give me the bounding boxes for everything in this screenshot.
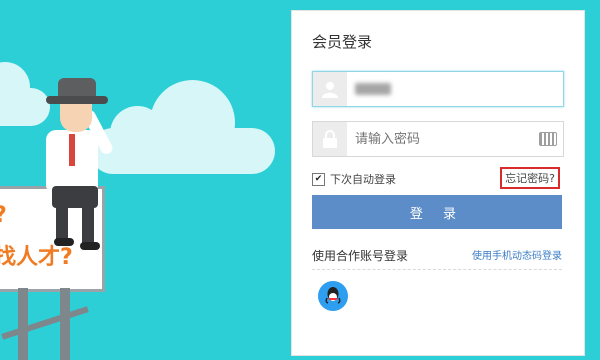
hero-illustration: ? 找人才? <box>0 0 290 360</box>
username-input[interactable] <box>355 72 535 106</box>
user-icon <box>313 72 347 106</box>
forgot-password-link[interactable]: 忘记密码? <box>500 167 560 189</box>
login-button[interactable]: 登 录 <box>312 195 562 229</box>
qq-icon[interactable] <box>318 281 348 311</box>
partner-login-label: 使用合作账号登录 <box>312 249 409 263</box>
login-panel: 会员登录 ✔ 下次自动登录 忘记密码? 登 录 使用合作账号登录 使用手机动态码… <box>291 10 585 356</box>
lock-icon <box>313 122 347 156</box>
billboard-beam <box>1 306 89 340</box>
billboard-pole <box>60 288 70 360</box>
login-title: 会员登录 <box>312 33 373 51</box>
billboard-pole <box>18 288 28 360</box>
keyboard-icon[interactable] <box>539 132 557 146</box>
mobile-code-login-link[interactable]: 使用手机动态码登录 <box>472 247 562 262</box>
remember-me[interactable]: ✔ 下次自动登录 <box>312 171 396 187</box>
password-input[interactable] <box>355 122 535 156</box>
username-field[interactable] <box>312 71 564 107</box>
remember-checkbox[interactable]: ✔ <box>312 172 325 186</box>
divider <box>312 269 562 270</box>
remember-label: 下次自动登录 <box>330 173 396 186</box>
businessman-figure <box>28 78 118 250</box>
billboard-line-1: ? <box>0 203 7 228</box>
password-field[interactable] <box>312 121 564 157</box>
